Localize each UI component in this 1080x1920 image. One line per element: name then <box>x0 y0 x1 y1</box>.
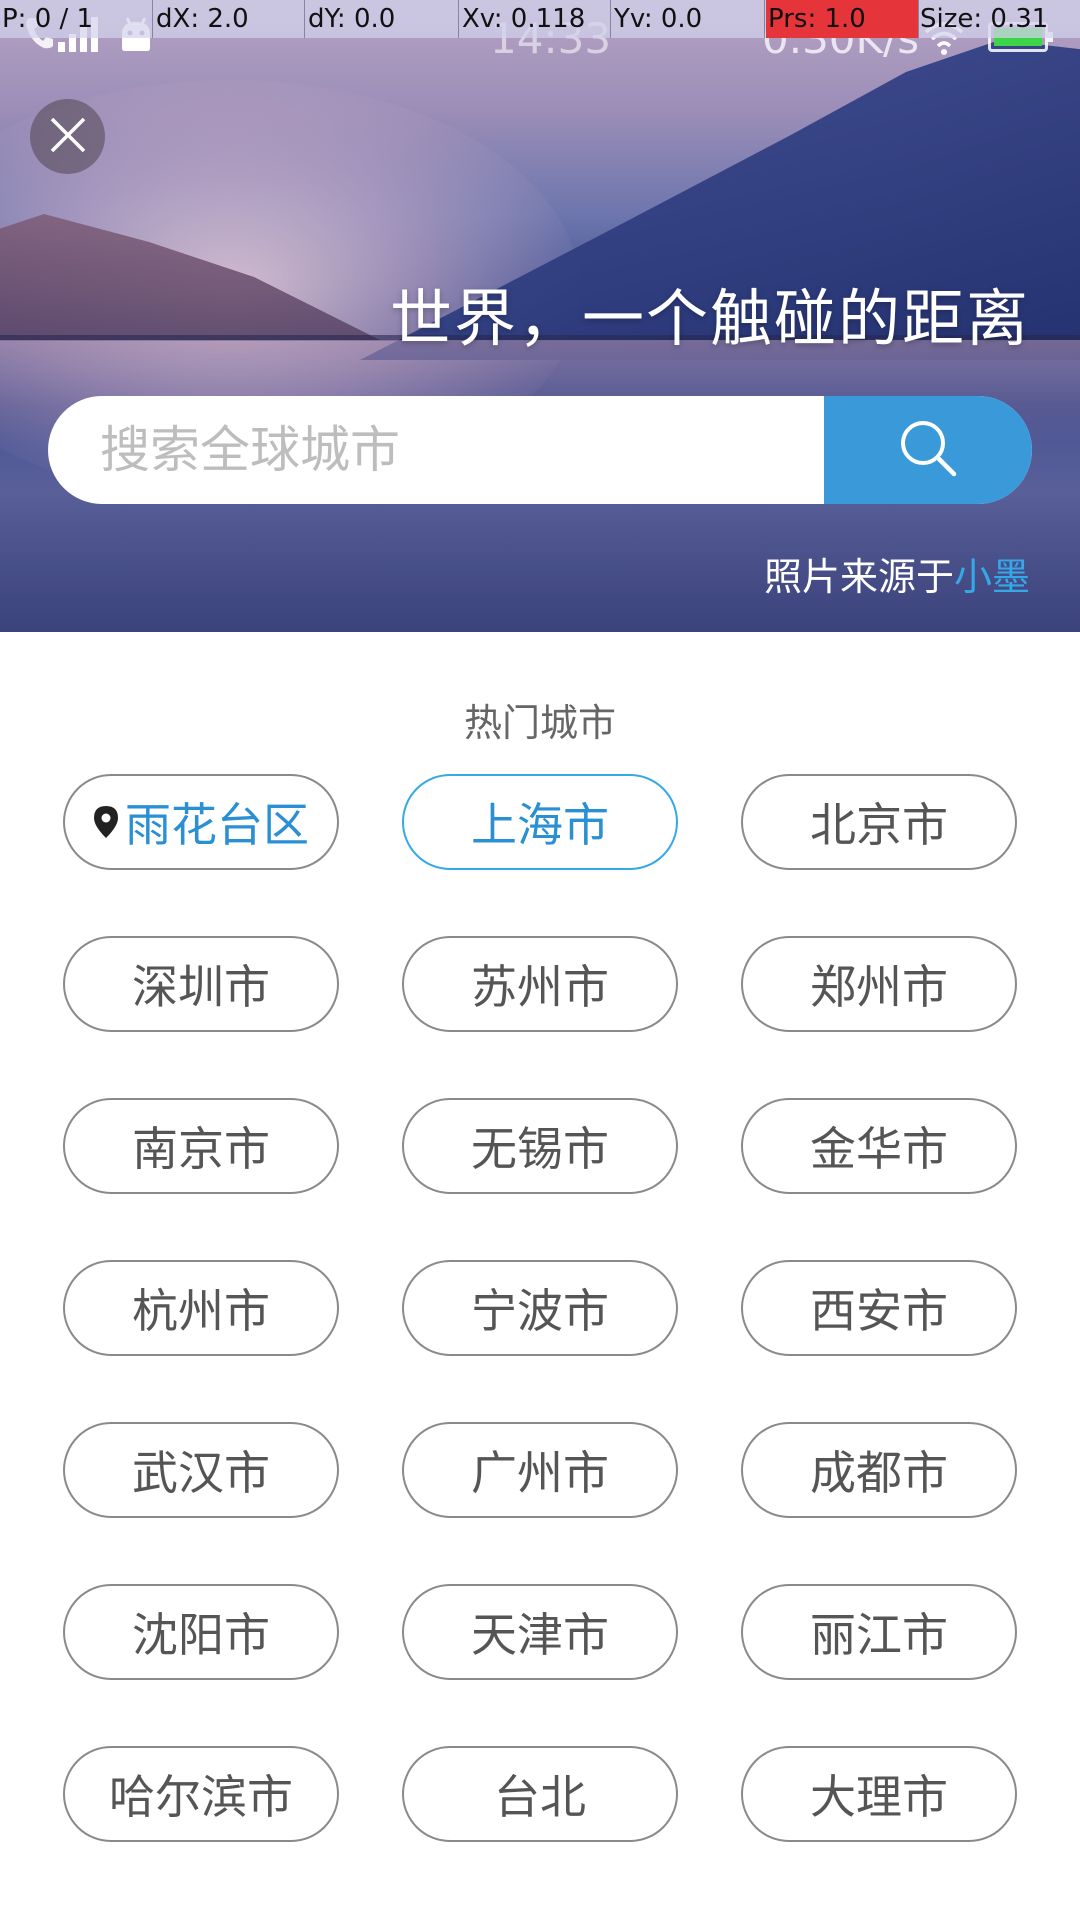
city-search-bar <box>48 396 1032 504</box>
city-chip[interactable]: 天津市 <box>402 1584 678 1680</box>
city-chip[interactable]: 苏州市 <box>402 936 678 1032</box>
city-chip[interactable]: 无锡市 <box>402 1098 678 1194</box>
city-chip[interactable]: 哈尔滨市 <box>63 1746 339 1842</box>
city-chip[interactable]: 广州市 <box>402 1422 678 1518</box>
city-chip[interactable]: 北京市 <box>741 774 1017 870</box>
city-chip[interactable]: 南京市 <box>63 1098 339 1194</box>
city-chip[interactable]: 丽江市 <box>741 1584 1017 1680</box>
pointer-debug-bar: P: 0 / 1 dX: 2.0 dY: 0.0 Xv: 0.118 Yv: 0… <box>0 0 1080 38</box>
city-chip[interactable]: 西安市 <box>741 1260 1017 1356</box>
photo-credit-author-link[interactable]: 小墨 <box>954 555 1030 599</box>
city-chip[interactable]: 成都市 <box>741 1422 1017 1518</box>
city-chip[interactable]: 深圳市 <box>63 936 339 1032</box>
debug-size: Size: 0.31 <box>920 4 1049 34</box>
location-pin-icon <box>93 805 119 839</box>
debug-pressure: Prs: 1.0 <box>768 4 866 34</box>
search-icon <box>896 416 960 484</box>
search-button[interactable] <box>824 396 1032 504</box>
city-chip[interactable]: 台北 <box>402 1746 678 1842</box>
city-search-input[interactable] <box>48 396 824 504</box>
debug-yv: Yv: 0.0 <box>614 4 703 34</box>
city-chip[interactable]: 宁波市 <box>402 1260 678 1356</box>
city-chip[interactable]: 沈阳市 <box>63 1584 339 1680</box>
debug-pointer-count: P: 0 / 1 <box>2 4 94 34</box>
current-location-label: 雨花台区 <box>125 798 309 852</box>
city-chip-current-location[interactable]: 雨花台区 <box>63 774 339 870</box>
city-chip[interactable]: 郑州市 <box>741 936 1017 1032</box>
close-button[interactable] <box>30 99 105 174</box>
city-chip[interactable]: 上海市 <box>402 774 678 870</box>
photo-credit-prefix: 照片来源于 <box>763 555 954 599</box>
city-chip[interactable]: 武汉市 <box>63 1422 339 1518</box>
close-icon <box>49 116 87 158</box>
hot-cities-title: 热门城市 <box>463 701 616 745</box>
debug-dy: dY: 0.0 <box>308 4 396 34</box>
city-chip[interactable]: 金华市 <box>741 1098 1017 1194</box>
city-chip[interactable]: 杭州市 <box>63 1260 339 1356</box>
photo-credit: 照片来源于小墨 <box>764 546 1030 601</box>
hero-slogan: 世界，一个触碰的距离 <box>389 282 1030 355</box>
debug-dx: dX: 2.0 <box>156 4 249 34</box>
city-chip[interactable]: 大理市 <box>741 1746 1017 1842</box>
debug-xv: Xv: 0.118 <box>462 4 586 34</box>
